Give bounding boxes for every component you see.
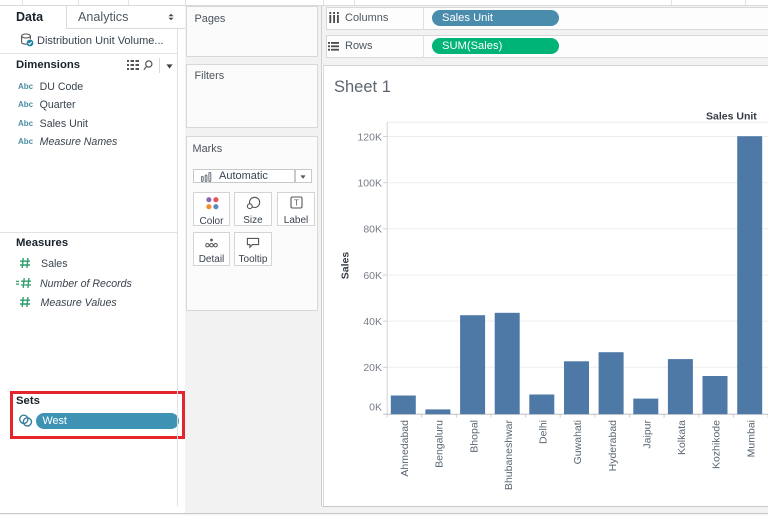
svg-text:Jaipur: Jaipur: [641, 420, 653, 449]
svg-text:Bengaluru: Bengaluru: [434, 420, 446, 468]
svg-text:Bhubaneshwar: Bhubaneshwar: [503, 420, 515, 491]
svg-text:20K: 20K: [363, 362, 382, 374]
svg-text:Ahmedabad: Ahmedabad: [399, 420, 411, 477]
svg-text:80K: 80K: [363, 224, 382, 236]
svg-text:T: T: [294, 199, 299, 208]
svg-text:Kozhikode: Kozhikode: [711, 420, 723, 469]
svg-text:100K: 100K: [357, 178, 382, 190]
svg-text:Bhopal: Bhopal: [468, 420, 480, 453]
svg-text:Hyderabad: Hyderabad: [607, 420, 619, 472]
svg-text:40K: 40K: [363, 316, 382, 328]
svg-text:Delhi: Delhi: [538, 420, 550, 444]
svg-text:Sales Unit: Sales Unit: [706, 111, 757, 123]
svg-text:60K: 60K: [363, 270, 382, 282]
svg-text:0K: 0K: [369, 402, 382, 414]
svg-text:Kolkata: Kolkata: [676, 420, 688, 455]
svg-text:Sales: Sales: [340, 252, 352, 280]
svg-text:Guwahati: Guwahati: [572, 420, 584, 464]
svg-text:Mumbai: Mumbai: [745, 420, 757, 457]
svg-text:120K: 120K: [357, 131, 382, 143]
